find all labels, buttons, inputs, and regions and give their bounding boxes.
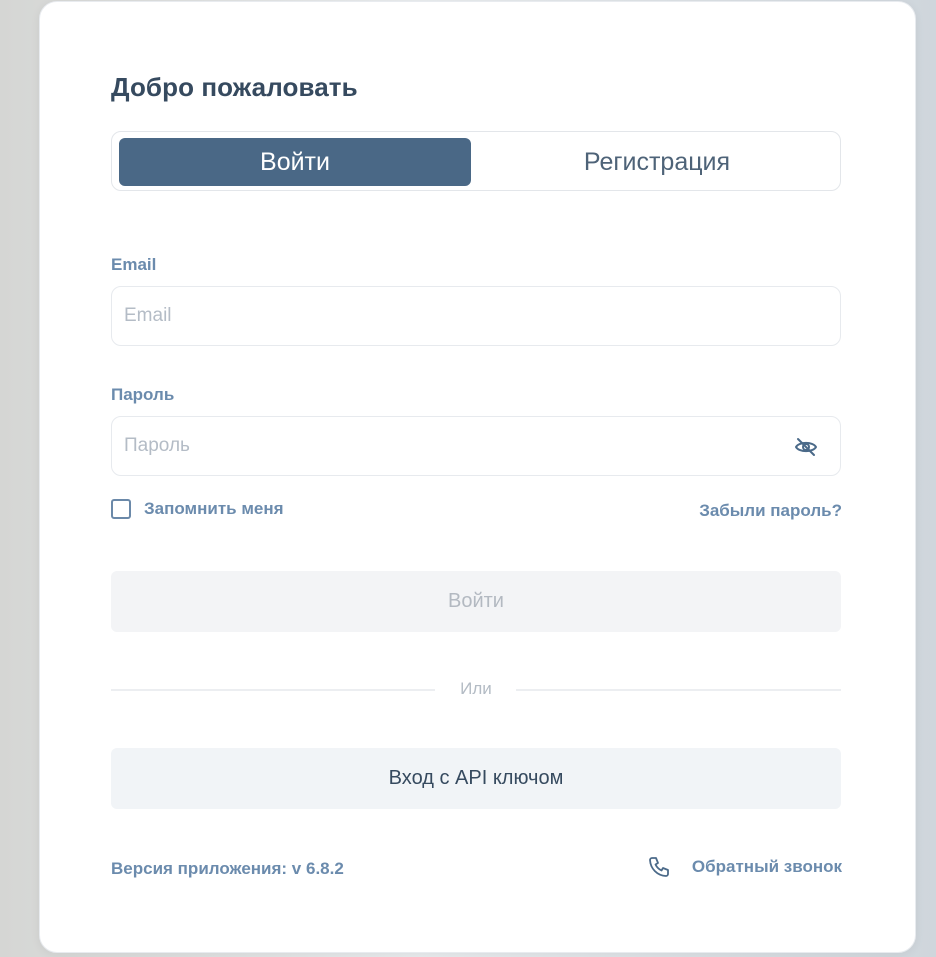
tab-login[interactable]: Войти bbox=[119, 138, 471, 186]
eye-off-icon[interactable] bbox=[794, 436, 818, 458]
email-field-wrapper bbox=[111, 286, 841, 346]
remember-label: Запомнить меня bbox=[144, 499, 284, 518]
forgot-password-link[interactable]: Забыли пароль? bbox=[699, 501, 842, 521]
divider-line-right bbox=[516, 689, 841, 691]
app-version: Версия приложения: v 6.8.2 bbox=[111, 859, 344, 878]
tab-register[interactable]: Регистрация bbox=[481, 138, 833, 186]
email-field[interactable] bbox=[124, 287, 764, 345]
phone-icon bbox=[647, 855, 671, 879]
auth-tabs: Войти Регистрация bbox=[111, 131, 841, 191]
callback-label: Обратный звонок bbox=[691, 857, 842, 876]
password-field-wrapper bbox=[111, 416, 841, 476]
login-submit-button[interactable]: Войти bbox=[111, 571, 841, 632]
page-title: Добро пожаловать bbox=[111, 72, 358, 102]
api-key-login-button[interactable]: Вход с API ключом bbox=[111, 748, 841, 809]
callback-link[interactable]: Обратный звонок bbox=[647, 855, 842, 879]
or-divider: Или bbox=[111, 679, 841, 701]
login-card: Добро пожаловать Войти Регистрация Email… bbox=[39, 1, 916, 953]
remember-me[interactable]: Запомнить меня bbox=[111, 499, 284, 519]
email-label: Email bbox=[111, 255, 157, 274]
remember-checkbox[interactable] bbox=[111, 499, 131, 519]
password-label: Пароль bbox=[111, 385, 175, 404]
password-field[interactable] bbox=[124, 417, 764, 475]
